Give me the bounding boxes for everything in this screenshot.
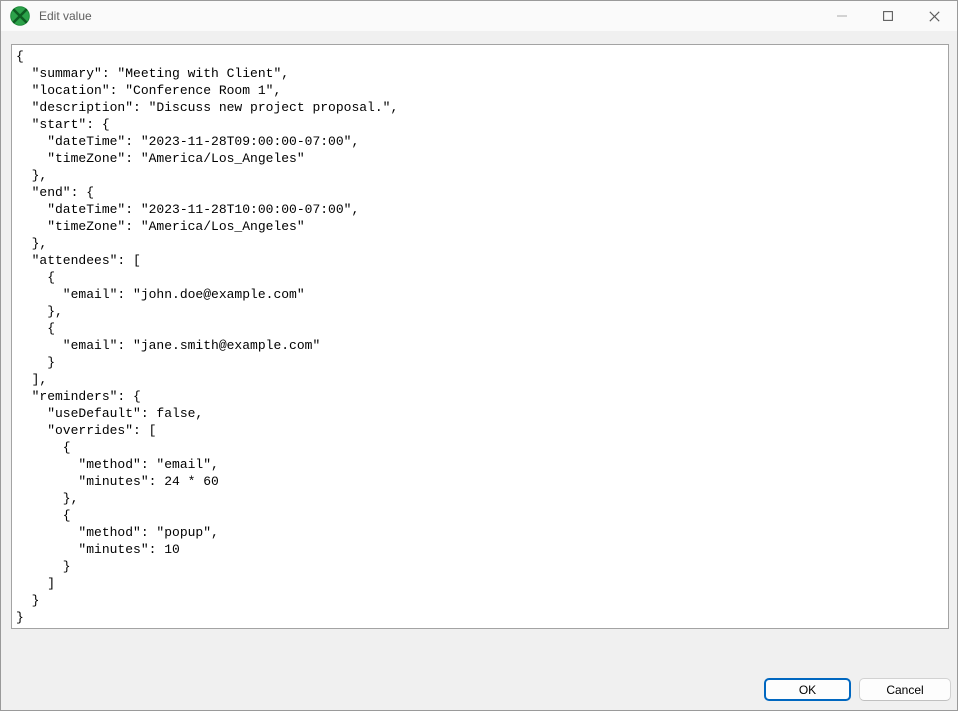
- titlebar: Edit value: [1, 1, 957, 31]
- close-button[interactable]: [911, 1, 957, 31]
- minimize-icon: [837, 11, 847, 21]
- maximize-icon: [883, 11, 893, 21]
- minimize-button[interactable]: [819, 1, 865, 31]
- edit-value-dialog: Edit value { "summary": "Meeting with Cl…: [0, 0, 958, 711]
- close-icon: [929, 11, 940, 22]
- window-title: Edit value: [39, 9, 92, 23]
- green-circle-x-icon: [10, 6, 30, 26]
- ok-button[interactable]: OK: [764, 678, 851, 701]
- value-editor[interactable]: { "summary": "Meeting with Client", "loc…: [11, 44, 949, 629]
- caption-buttons: [819, 1, 957, 31]
- maximize-button[interactable]: [865, 1, 911, 31]
- cancel-button[interactable]: Cancel: [859, 678, 951, 701]
